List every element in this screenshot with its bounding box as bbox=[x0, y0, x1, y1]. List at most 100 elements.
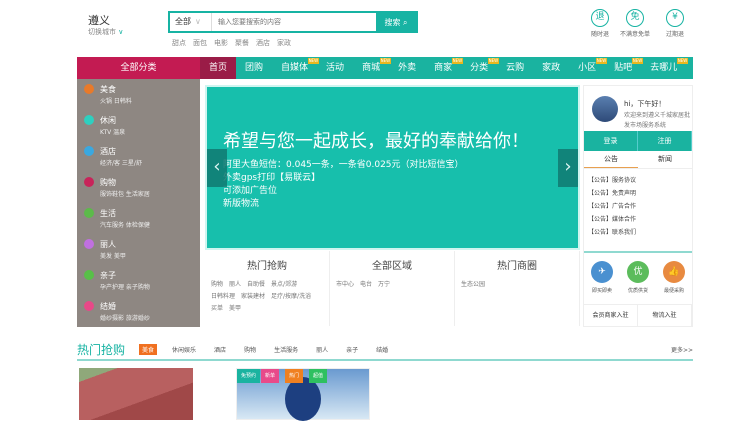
category-icon bbox=[84, 208, 94, 218]
sidebar-category[interactable]: 生活 汽车服务 体检保健 bbox=[77, 206, 200, 237]
hot-deal-tab[interactable]: 亲子 bbox=[343, 344, 361, 355]
merchant-join-link[interactable]: 会员商家入驻 bbox=[584, 305, 638, 327]
hot-deal-tab[interactable]: 丽人 bbox=[313, 344, 331, 355]
quick-link[interactable]: 丽人 bbox=[229, 279, 241, 291]
nav-item[interactable]: 自媒体 NEW bbox=[272, 57, 320, 79]
nav-item[interactable]: 分类 NEW bbox=[461, 57, 500, 79]
nav-item-label: 分类 bbox=[470, 63, 489, 73]
tab-news[interactable]: 新闻 bbox=[638, 151, 692, 168]
nav-item[interactable]: 商城 NEW bbox=[353, 57, 392, 79]
image-tag: 热门 bbox=[285, 369, 304, 383]
category-title: 购物 bbox=[100, 177, 116, 187]
search-button[interactable]: 搜索 ⌕ bbox=[376, 13, 416, 31]
banner-carousel: 希望与您一起成长，最好的奉献给你！ 阿里大鱼短信：0.045一条，一条省0.02… bbox=[205, 85, 580, 250]
deal-image[interactable] bbox=[79, 368, 193, 420]
sidebar-category[interactable]: 购物 服饰鞋包 生活家居 bbox=[77, 175, 200, 206]
sidebar-category[interactable]: 结婚 婚纱摄影 旅游婚纱 bbox=[77, 299, 200, 330]
hot-deal-tab[interactable]: 购物 bbox=[241, 344, 259, 355]
sidebar-category[interactable]: 丽人 美发 美甲 bbox=[77, 237, 200, 268]
nav-item[interactable]: 家政 bbox=[533, 57, 569, 79]
sidebar-category[interactable]: 亲子孕产护理 亲子购物 bbox=[77, 268, 200, 299]
quick-link-column: 热门商圈 生态公园 bbox=[455, 251, 580, 326]
sidebar-category[interactable]: 酒店 经济/客 三星/舒 bbox=[77, 144, 200, 175]
tab-notices[interactable]: 公告 bbox=[584, 151, 638, 168]
nav-item[interactable]: 团购 bbox=[236, 57, 272, 79]
nav-item[interactable]: 首页 bbox=[200, 57, 237, 79]
quick-link[interactable]: 电台 bbox=[360, 279, 372, 291]
quick-link[interactable]: 万宁 bbox=[378, 279, 390, 291]
hot-word[interactable]: 面包 bbox=[193, 38, 207, 48]
nav-item-label: 商家 bbox=[434, 63, 453, 73]
quick-link[interactable]: 生态公园 bbox=[461, 279, 485, 291]
quick-link[interactable]: 日韩料理 bbox=[211, 291, 235, 303]
search-icon: ⌕ bbox=[403, 17, 408, 27]
sidebar-category[interactable]: 美食 火锅 日韩料 bbox=[77, 82, 200, 113]
nav-item[interactable]: 外卖 bbox=[389, 57, 425, 79]
refund-icon: 退 bbox=[591, 9, 609, 27]
banner-line: 外卖gps打印【易联云】 bbox=[223, 173, 321, 183]
notice-item[interactable]: 【公告】广告合作 bbox=[588, 200, 688, 213]
switch-city-link[interactable]: 切换城市 ∨ bbox=[88, 27, 123, 37]
nav-item[interactable]: 小区 NEW bbox=[569, 57, 608, 79]
quick-link[interactable]: 买单 bbox=[211, 303, 223, 315]
category-title: 丽人 bbox=[100, 239, 116, 249]
quick-link[interactable]: 自助餐 bbox=[247, 279, 265, 291]
search-input[interactable] bbox=[212, 13, 376, 31]
prev-arrow-icon[interactable]: ‹ bbox=[207, 149, 227, 187]
category-icon bbox=[84, 270, 94, 280]
service-label: 最便采购 bbox=[663, 288, 684, 294]
hot-deal-tab[interactable]: 结婚 bbox=[373, 344, 391, 355]
quick-link[interactable]: 家装建材 bbox=[241, 291, 265, 303]
category-icon bbox=[84, 115, 94, 125]
quick-link[interactable]: 足疗/按摩/洗浴 bbox=[271, 291, 311, 303]
service-buy-sell[interactable]: ✈ 即买即卖 bbox=[584, 261, 620, 300]
nav-item[interactable]: 活动 bbox=[317, 57, 353, 79]
nav-item[interactable]: 商家 NEW bbox=[425, 57, 464, 79]
more-link[interactable]: 更多>> bbox=[671, 345, 693, 354]
category-subs: 美发 美甲 bbox=[100, 253, 126, 260]
chevron-down-icon: ∨ bbox=[118, 28, 124, 36]
hot-word[interactable]: 聚餐 bbox=[235, 38, 249, 48]
search-category-select[interactable]: 全部 ∨ bbox=[170, 13, 212, 31]
new-badge: NEW bbox=[676, 58, 689, 64]
notice-item[interactable]: 【公告】免责声明 bbox=[588, 187, 688, 200]
logistics-join-link[interactable]: 物流入驻 bbox=[638, 305, 692, 327]
category-title-row: 亲子 bbox=[84, 268, 200, 282]
category-subs: 孕产护理 亲子购物 bbox=[100, 284, 150, 291]
category-icon bbox=[84, 301, 94, 311]
category-subs: KTV 温泉 bbox=[100, 129, 126, 136]
notice-item[interactable]: 【公告】媒体合作 bbox=[588, 213, 688, 226]
hot-word[interactable]: 电影 bbox=[214, 38, 228, 48]
hot-word[interactable]: 酒店 bbox=[256, 38, 270, 48]
nav-item[interactable]: 云购 bbox=[497, 57, 533, 79]
category-icon bbox=[84, 84, 94, 94]
quick-link[interactable]: 景点/郊游 bbox=[271, 279, 297, 291]
category-icon bbox=[84, 146, 94, 156]
column-links: 购物 丽人 自助餐 景点/郊游日韩料理 家装建材 足疗/按摩/洗浴买单 美甲 bbox=[211, 279, 323, 315]
hot-deal-tab[interactable]: 酒店 bbox=[211, 344, 229, 355]
hot-deal-tab[interactable]: 美食 bbox=[139, 344, 158, 355]
next-arrow-icon[interactable]: › bbox=[558, 149, 578, 187]
hot-word[interactable]: 家政 bbox=[277, 38, 291, 48]
notice-item[interactable]: 【公告】服务协议 bbox=[588, 174, 688, 187]
nav-item-label: 自媒体 bbox=[281, 63, 309, 73]
hot-deal-tab[interactable]: 休闲娱乐 bbox=[169, 344, 199, 355]
all-categories-button[interactable]: 全部分类 bbox=[77, 57, 200, 79]
register-button[interactable]: 注册 bbox=[638, 131, 692, 151]
quick-link[interactable]: 市中心 bbox=[336, 279, 354, 291]
login-button[interactable]: 登录 bbox=[584, 131, 638, 151]
quick-link[interactable]: 购物 bbox=[211, 279, 223, 291]
sidebar-category[interactable]: 休闲 KTV 温泉 bbox=[77, 113, 200, 144]
hot-deal-tab[interactable]: 生活服务 bbox=[271, 344, 301, 355]
notice-item[interactable]: 【公告】联系我们 bbox=[588, 226, 688, 239]
service-quality-supply[interactable]: 优优质供货 bbox=[620, 261, 656, 300]
nav-item[interactable]: 去哪儿 NEW bbox=[641, 57, 689, 79]
deal-image[interactable]: 免预约 新单 热门 超值 bbox=[236, 368, 370, 421]
category-title-row: 购物 bbox=[84, 175, 200, 189]
nav-item[interactable]: 贴吧 NEW bbox=[605, 57, 644, 79]
guarantee-label: 过期退 bbox=[665, 31, 684, 38]
service-cheap-purchase[interactable]: 👍 最便采购 bbox=[656, 261, 692, 300]
hot-word[interactable]: 甜点 bbox=[172, 38, 186, 48]
notice-list: 【公告】服务协议 【公告】免责声明 【公告】广告合作 【公告】媒体合作 【公告】… bbox=[584, 169, 692, 253]
quick-link[interactable]: 美甲 bbox=[229, 303, 241, 315]
